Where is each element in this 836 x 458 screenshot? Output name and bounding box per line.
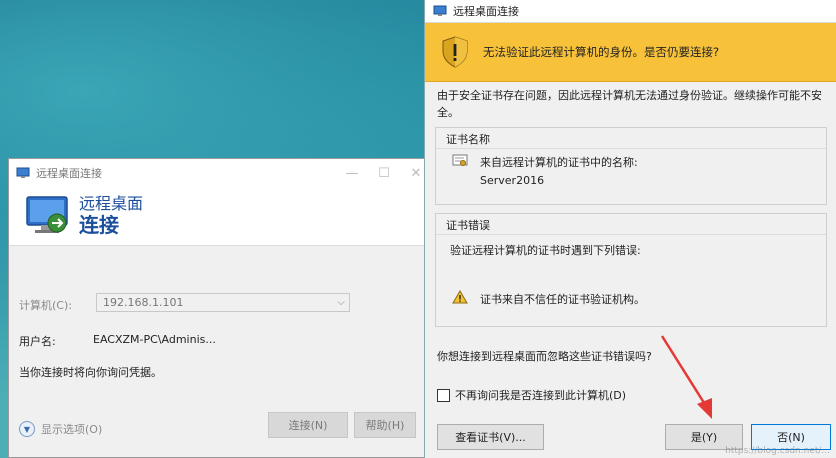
security-shield-warning-icon xyxy=(442,36,468,68)
dont-ask-label[interactable]: 不再询问我是否连接到此计算机(D) xyxy=(455,387,626,403)
ignore-errors-question: 你想连接到远程桌面而忽略这些证书错误吗? xyxy=(437,350,652,363)
view-certificate-button[interactable]: 查看证书(V)... xyxy=(437,424,544,450)
watermark: https://blog.csdn.net/... xyxy=(725,446,830,456)
checkbox-box[interactable] xyxy=(437,388,450,402)
rdp-window-title: 远程桌面连接 xyxy=(36,167,102,180)
cert-name-group: 证书名称 来自远程计算机的证书中的名称: Server2016 xyxy=(435,127,827,205)
cert-name-value: Server2016 xyxy=(480,174,545,187)
cert-error-line1: 验证远程计算机的证书时遇到下列错误: xyxy=(450,244,641,257)
chevron-down-icon[interactable]: ⌵ xyxy=(333,297,349,308)
remote-desktop-icon xyxy=(433,5,447,16)
warning-band: 无法验证此远程计算机的身份。是否仍要连接? xyxy=(425,23,836,82)
banner-title-bottom: 连接 xyxy=(79,212,119,237)
computer-label: 计算机(C): xyxy=(19,299,72,312)
certificate-warning-dialog: 远程桌面连接 无法验证此远程计算机的身份。是否仍要连接? 由于安全证书存在问题，… xyxy=(424,0,836,458)
dialog-titlebar[interactable]: 远程桌面连接 xyxy=(425,0,836,23)
show-options-label: 显示选项(O) xyxy=(41,423,103,436)
cert-name-group-title: 证书名称 xyxy=(446,133,490,146)
cert-error-item: 证书来自不信任的证书验证机构。 xyxy=(480,293,645,306)
user-value-row: EACXZM-PC\Adminis... xyxy=(93,333,216,346)
dialog-title: 远程桌面连接 xyxy=(453,5,519,18)
dont-ask-checkbox[interactable]: 不再询问我是否连接到此计算机(D) xyxy=(437,387,626,403)
remote-desktop-icon xyxy=(16,167,30,178)
cert-error-group-title: 证书错误 xyxy=(446,219,490,232)
show-options[interactable]: ▼ 显示选项(O) xyxy=(19,421,102,437)
rdp-banner: 远程桌面 连接 xyxy=(9,187,432,246)
user-value: EACXZM-PC\Adminis... xyxy=(93,333,216,346)
rdp-titlebar[interactable]: 远程桌面连接 — ☐ ✕ xyxy=(9,159,432,187)
computer-row: 计算机(C): xyxy=(19,297,72,313)
maximize-button[interactable]: ☐ xyxy=(368,159,400,187)
cert-error-group: 证书错误 验证远程计算机的证书时遇到下列错误: 证书来自不信任的证书验证机构。 xyxy=(435,213,827,327)
expand-options-icon[interactable]: ▼ xyxy=(19,421,35,437)
help-button[interactable]: 帮助(H) xyxy=(354,412,416,438)
credential-note: 当你连接时将向你询问凭据。 xyxy=(19,366,162,379)
user-row: 用户名: xyxy=(19,333,56,349)
certificate-icon xyxy=(452,154,468,166)
cert-name-line1: 来自远程计算机的证书中的名称: xyxy=(480,156,638,169)
banner-title-top: 远程桌面 xyxy=(79,194,144,214)
warning-triangle-icon xyxy=(452,290,468,304)
connect-button[interactable]: 连接(N) xyxy=(268,412,348,438)
remote-desktop-logo-icon xyxy=(26,196,68,233)
warning-message: 无法验证此远程计算机的身份。是否仍要连接? xyxy=(483,45,720,59)
computer-value: 192.168.1.101 xyxy=(103,296,184,309)
computer-combobox[interactable]: 192.168.1.101 ⌵ xyxy=(96,293,350,312)
user-label: 用户名: xyxy=(19,335,56,348)
problem-description: 由于安全证书存在问题，因此远程计算机无法通过身份验证。继续操作可能不安全。 xyxy=(437,89,822,119)
credential-note-row: 当你连接时将向你询问凭据。 xyxy=(19,364,162,380)
minimize-button[interactable]: — xyxy=(336,159,368,187)
rdp-connection-window: 远程桌面连接 — ☐ ✕ 远程桌面 连接 计算机(C): 192.168.1.1… xyxy=(8,158,433,458)
